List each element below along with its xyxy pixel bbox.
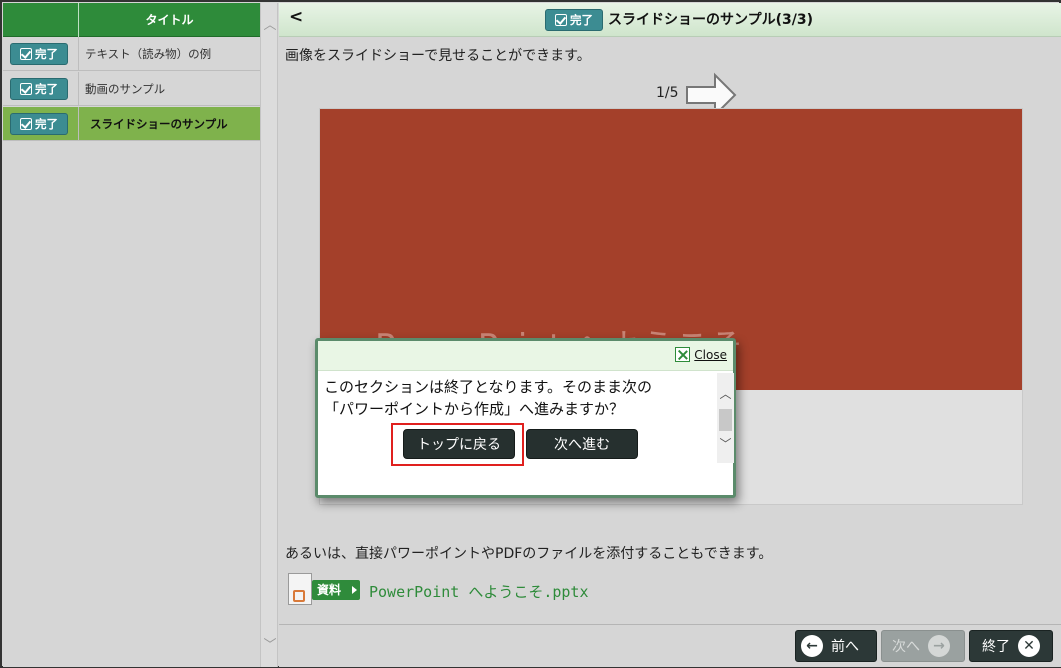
finish-button-label: 終了 [982,639,1010,655]
completed-badge: 完了 [10,113,68,135]
section-complete-dialog: Close このセクションは終了となります。そのまま次の 「パワーポイントから作… [315,338,736,498]
prev-button[interactable]: ← 前へ [795,630,877,662]
sidebar-row-divider [78,72,79,106]
close-icon [675,347,691,362]
dialog-header: Close [318,341,733,371]
back-button[interactable]: < [289,7,303,27]
highlight-box [391,423,524,466]
dialog-scrollbar[interactable]: ︿ ﹀ [717,373,734,463]
chevron-up-icon[interactable]: ︿ [717,385,734,402]
arrow-left-icon: ← [801,635,823,657]
dialog-message-line1: このセクションは終了となります。そのまま次の [324,378,653,396]
next-button-label: 次へ [892,639,920,655]
footer-divider [279,624,1061,625]
sidebar-item-text-example[interactable]: 完了 テキスト（読み物）の例 [3,37,260,71]
dialog-message: このセクションは終了となります。そのまま次の 「パワーポイントから作成」へ進みま… [324,376,714,420]
sidebar: タイトル 完了 テキスト（読み物）の例 完了 動画のサンプル 完了 スライドショ… [3,3,260,667]
page-title: スライドショーのサンプル(3/3) [608,12,813,28]
pptx-file-icon-inner [293,590,305,602]
sidebar-scrollbar[interactable]: ︿ ﹀ [260,3,278,667]
intro-text: 画像をスライドショーで見せることができます。 [285,48,591,64]
badge-label: 完了 [35,47,58,61]
finish-button[interactable]: 終了 ✕ [969,630,1053,662]
close-label: Close [694,347,727,362]
sidebar-item-slideshow-sample[interactable]: 完了 スライドショーのサンプル [3,107,260,141]
dialog-close-button[interactable]: Close [675,347,727,362]
sidebar-item-label: スライドショーのサンプル [90,117,228,131]
check-icon [20,48,32,60]
scroll-down-icon[interactable]: ﹀ [261,637,279,655]
completed-badge: 完了 [10,78,68,100]
document-tag: 資料 [312,580,360,600]
app-window: タイトル 完了 テキスト（読み物）の例 完了 動画のサンプル 完了 スライドショ… [0,0,1061,668]
sidebar-header-title: タイトル [145,13,194,27]
attachment-link[interactable]: PowerPoint へようこそ.pptx [369,581,589,602]
proceed-next-button[interactable]: 次へ進む [526,429,638,459]
dialog-scroll-thumb[interactable] [719,409,732,431]
completed-badge: 完了 [10,43,68,65]
check-icon [20,83,32,95]
badge-label: 完了 [570,13,593,27]
content-header: < 完了 スライドショーのサンプル(3/3) [279,3,1061,37]
slide-counter: 1/5 [656,85,679,101]
scroll-up-icon[interactable]: ︿ [261,17,279,35]
sidebar-row-divider [78,37,79,71]
dialog-message-line2: 「パワーポイントから作成」へ進みますか？ [324,400,625,418]
completed-badge: 完了 [545,9,603,31]
sidebar-item-video-sample[interactable]: 完了 動画のサンプル [3,72,260,106]
check-icon [555,14,567,26]
next-button: 次へ → [881,630,965,662]
sidebar-item-label: 動画のサンプル [85,82,166,96]
badge-label: 完了 [35,117,58,131]
sidebar-row-divider [78,107,79,141]
sidebar-item-label: テキスト（読み物）の例 [85,47,212,61]
main-content: < 完了 スライドショーのサンプル(3/3) 画像をスライドショーで見せることが… [279,3,1061,667]
sidebar-header: タイトル [3,3,260,37]
close-circle-icon: ✕ [1018,635,1040,657]
badge-label: 完了 [35,82,58,96]
pptx-file-icon [288,573,312,605]
prev-button-label: 前へ [831,639,859,655]
check-icon [20,118,32,130]
attachment-description: あるいは、直接パワーポイントやPDFのファイルを添付することもできます。 [285,546,773,562]
chevron-down-icon[interactable]: ﹀ [717,435,734,452]
arrow-right-icon: → [928,635,950,657]
